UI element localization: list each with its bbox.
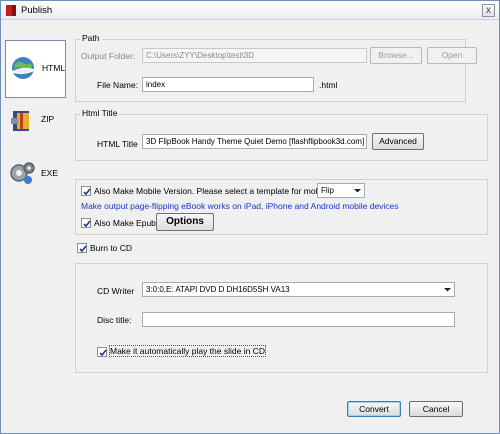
mobile-note: Make output page-flipping eBook works on… bbox=[81, 201, 399, 211]
path-legend: Path bbox=[80, 33, 102, 43]
publish-dialog: Publish x HTML ZIP EXE Path Output Folde… bbox=[0, 0, 500, 434]
chevron-down-icon bbox=[444, 288, 451, 292]
sidebar-item-label: HTML bbox=[42, 63, 66, 73]
zip-archive-icon bbox=[11, 111, 29, 131]
cd-writer-select[interactable]: 3:0:0,E: ATAPI DVD D DH16D5SH VA13 bbox=[142, 282, 455, 297]
chevron-down-icon bbox=[354, 189, 361, 193]
file-name-label: File Name: bbox=[97, 80, 139, 90]
mobile-template-select[interactable]: Flip bbox=[317, 183, 365, 198]
autoplay-label: Make it automatically play the slide in … bbox=[109, 345, 266, 357]
checkmark-icon bbox=[79, 245, 87, 253]
output-folder-field[interactable]: C:\Users\ZYY\Desktop\test\3D bbox=[142, 48, 367, 63]
checkmark-icon bbox=[99, 349, 107, 357]
browse-button[interactable]: Browse... bbox=[370, 47, 422, 64]
disc-title-label: Disc title: bbox=[97, 315, 132, 325]
convert-button[interactable]: Convert bbox=[347, 401, 401, 417]
close-button[interactable]: x bbox=[482, 4, 495, 17]
exe-gear-icon bbox=[10, 162, 35, 184]
mobile-checkbox-label: Also Make Mobile Version. Please select … bbox=[94, 186, 332, 196]
mobile-template-value: Flip bbox=[321, 186, 334, 195]
window-title: Publish bbox=[21, 5, 53, 16]
checkmark-icon bbox=[83, 220, 91, 228]
html-title-field[interactable]: 3D FlipBook Handy Theme Quiet Demo [flas… bbox=[142, 134, 367, 149]
disc-title-field[interactable] bbox=[142, 312, 455, 327]
advanced-button[interactable]: Advanced bbox=[372, 133, 424, 150]
cd-writer-label: CD Writer bbox=[97, 286, 135, 296]
epub-checkbox-label: Also Make Epub bbox=[94, 218, 156, 228]
cancel-button[interactable]: Cancel bbox=[409, 401, 463, 417]
cd-writer-value: 3:0:0,E: ATAPI DVD D DH16D5SH VA13 bbox=[146, 285, 290, 294]
html-title-legend: Html Title bbox=[80, 108, 120, 118]
close-icon: x bbox=[486, 5, 491, 16]
mobile-checkbox[interactable] bbox=[81, 186, 91, 196]
options-button[interactable]: Options bbox=[156, 213, 214, 231]
file-extension: .html bbox=[319, 80, 338, 90]
sidebar-item-zip[interactable]: ZIP bbox=[5, 103, 65, 161]
sidebar-item-exe[interactable]: EXE bbox=[5, 159, 65, 217]
html-globe-icon bbox=[10, 57, 37, 79]
autoplay-checkbox[interactable] bbox=[97, 347, 107, 357]
app-book-icon bbox=[6, 5, 16, 16]
panel-divider bbox=[65, 40, 66, 98]
sidebar-item-label: EXE bbox=[41, 168, 59, 178]
sidebar-item-html[interactable]: HTML bbox=[5, 40, 65, 98]
title-bar[interactable]: Publish x bbox=[1, 1, 499, 20]
burn-cd-checkbox[interactable] bbox=[77, 243, 87, 253]
burn-cd-label: Burn to CD bbox=[90, 243, 133, 253]
checkmark-icon bbox=[83, 188, 91, 196]
open-button[interactable]: Open bbox=[427, 47, 477, 64]
html-title-label: HTML Title bbox=[97, 139, 138, 149]
sidebar-item-label: ZIP bbox=[41, 114, 55, 124]
output-folder-label: Output Folder: bbox=[81, 51, 136, 61]
file-name-field[interactable]: index bbox=[142, 77, 314, 92]
epub-checkbox[interactable] bbox=[81, 218, 91, 228]
